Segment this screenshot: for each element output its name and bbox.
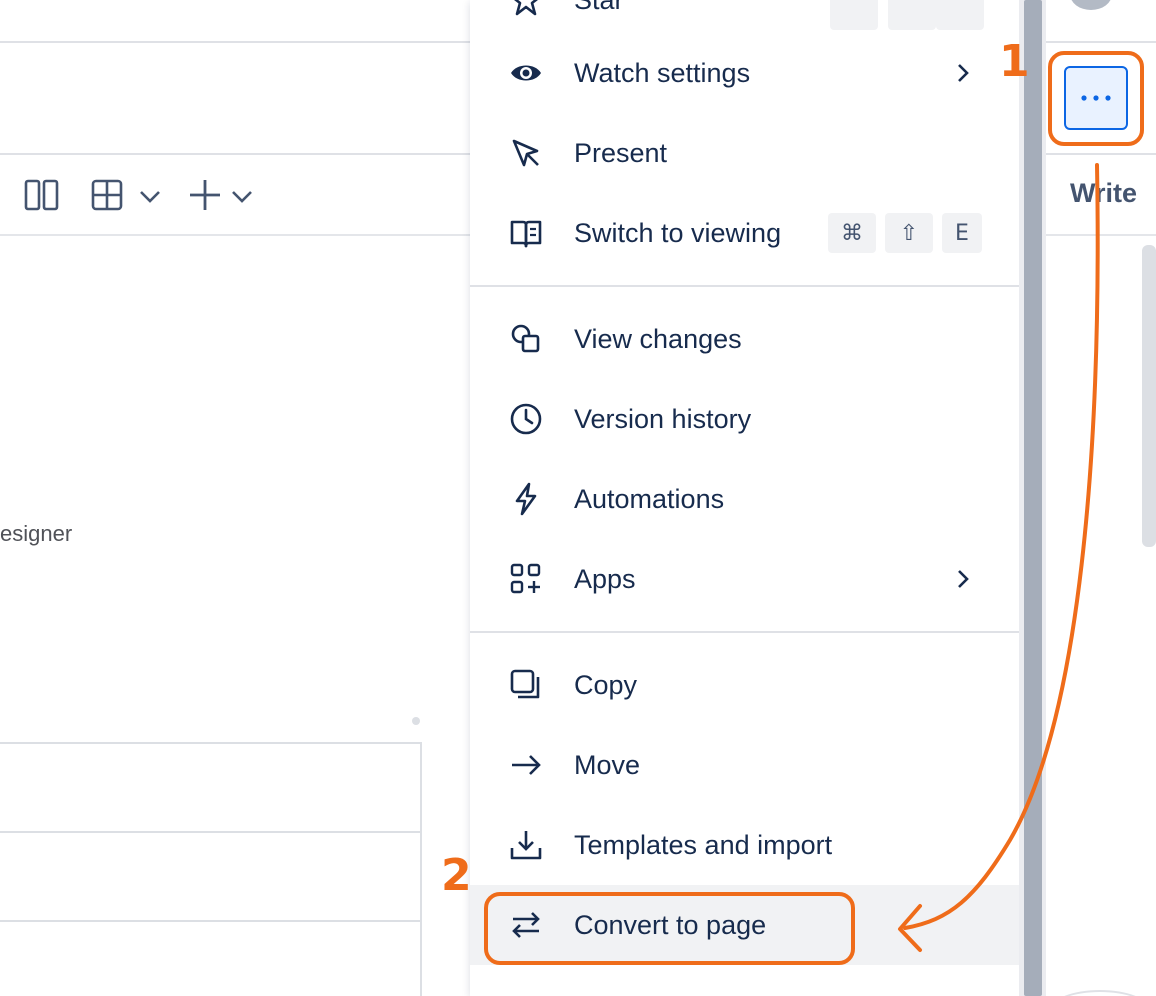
menu-item-label: Switch to viewing bbox=[574, 217, 782, 248]
menu-item-label: Star bbox=[574, 0, 624, 16]
editor-scrollbar[interactable] bbox=[1142, 245, 1156, 547]
shortcut-key-shift: ⇧ bbox=[885, 213, 933, 253]
shortcut-key-command: ⌘ bbox=[828, 213, 876, 253]
menu-separator bbox=[470, 285, 1019, 287]
menu-item-label: View changes bbox=[574, 323, 742, 354]
menu-item-label: Present bbox=[574, 137, 668, 168]
toolbar-divider bbox=[0, 153, 470, 155]
table-row-border bbox=[0, 831, 422, 833]
menu-item-label: Move bbox=[574, 749, 641, 780]
table-chevron-down-icon[interactable] bbox=[138, 186, 162, 206]
toolbar-bottom-divider bbox=[1046, 234, 1156, 236]
menu-item-watch-settings[interactable]: Watch settings bbox=[470, 33, 1019, 113]
lightning-icon bbox=[508, 481, 544, 517]
menu-item-copy[interactable]: Copy bbox=[470, 645, 1019, 725]
right-toolbar bbox=[1046, 0, 1156, 996]
partial-round-button[interactable] bbox=[1050, 990, 1150, 996]
menu-item-view-changes[interactable]: View changes bbox=[470, 299, 1019, 379]
shortcut-key bbox=[830, 0, 878, 30]
eye-icon bbox=[508, 55, 544, 91]
menu-item-automations[interactable]: Automations bbox=[470, 459, 1019, 539]
editor-background: esigner bbox=[0, 0, 470, 996]
insert-plus-icon[interactable] bbox=[188, 178, 222, 212]
annotation-box-step2 bbox=[484, 892, 855, 965]
menu-item-label: Watch settings bbox=[574, 57, 751, 88]
menu-item-label: Copy bbox=[574, 669, 638, 700]
copy-icon bbox=[508, 667, 544, 703]
shortcut-key-e: E bbox=[942, 213, 982, 253]
annotation-number-2: 2 bbox=[441, 850, 472, 901]
menu-item-move[interactable]: Move bbox=[470, 725, 1019, 805]
table-border-top bbox=[0, 742, 422, 744]
toolbar-divider bbox=[1046, 153, 1156, 155]
menu-item-switch-to-viewing[interactable]: Switch to viewing ⌘ ⇧ E bbox=[470, 193, 1019, 273]
partial-body-text: esigner bbox=[0, 521, 73, 546]
book-icon bbox=[508, 215, 544, 251]
table-row-border bbox=[0, 920, 422, 922]
menu-item-label: Automations bbox=[574, 483, 725, 514]
shortcut-key bbox=[936, 0, 984, 30]
layout-columns-icon[interactable] bbox=[24, 178, 60, 212]
menu-item-label: Apps bbox=[574, 563, 636, 594]
menu-scrollbar[interactable] bbox=[1024, 0, 1042, 996]
menu-item-templates-and-import[interactable]: Templates and import bbox=[470, 805, 1019, 885]
menu-separator bbox=[470, 631, 1019, 633]
header-divider bbox=[0, 41, 470, 43]
compare-icon bbox=[508, 321, 544, 357]
table-icon[interactable] bbox=[90, 178, 124, 212]
avatar[interactable] bbox=[1070, 0, 1112, 10]
chevron-right-icon bbox=[958, 64, 969, 82]
annotation-box-step1 bbox=[1048, 51, 1144, 146]
download-icon bbox=[508, 827, 544, 863]
apps-icon bbox=[508, 561, 544, 597]
menu-item-label: Version history bbox=[574, 403, 752, 434]
insert-chevron-down-icon[interactable] bbox=[230, 186, 254, 206]
menu-item-present[interactable]: Present bbox=[470, 113, 1019, 193]
more-actions-menu: Star Watch settings Present Switch to vi… bbox=[470, 0, 1019, 996]
star-icon bbox=[508, 0, 544, 18]
toolbar-bottom-divider bbox=[0, 234, 470, 236]
shortcut-key bbox=[888, 0, 936, 30]
annotation-number-1: 1 bbox=[999, 36, 1030, 87]
chevron-right-icon bbox=[958, 570, 969, 588]
table-border-right bbox=[420, 742, 422, 996]
write-mode-label[interactable]: Write bbox=[1070, 178, 1137, 209]
menu-item-version-history[interactable]: Version history bbox=[470, 379, 1019, 459]
menu-item-apps[interactable]: Apps bbox=[470, 539, 1019, 619]
clock-icon bbox=[508, 401, 544, 437]
pointer-icon bbox=[508, 135, 544, 171]
arrow-right-icon bbox=[508, 747, 544, 783]
menu-item-label: Templates and import bbox=[574, 829, 833, 860]
header-divider bbox=[1046, 41, 1156, 43]
menu-item-partial[interactable] bbox=[470, 965, 1019, 996]
partial-icon bbox=[508, 987, 544, 996]
table-resize-handle[interactable] bbox=[412, 717, 420, 725]
